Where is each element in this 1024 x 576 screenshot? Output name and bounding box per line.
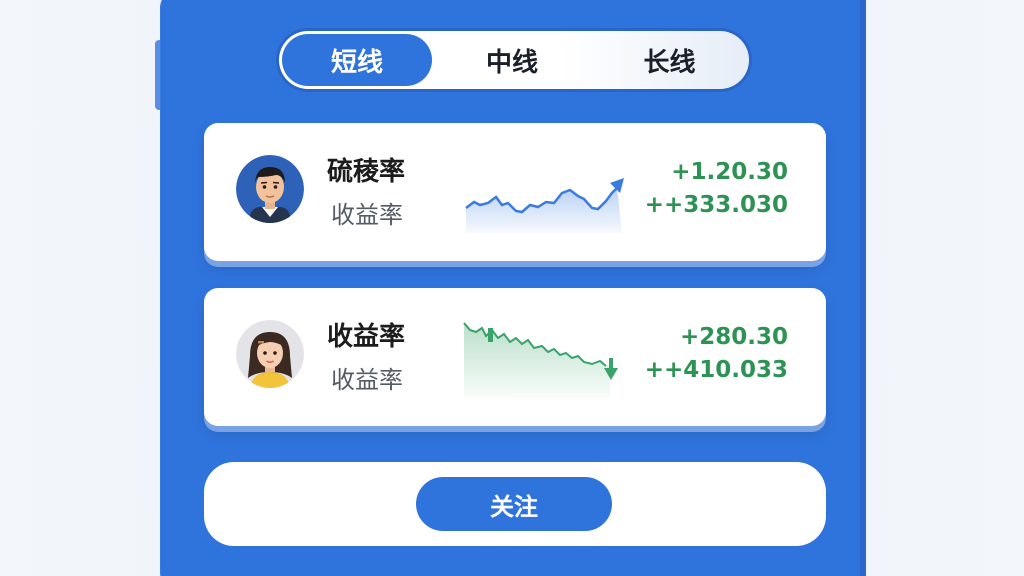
tab-long-term[interactable]: 长线 <box>592 34 747 86</box>
trader-name: 硫稜率 <box>327 157 406 187</box>
trader-card[interactable]: 收益率 收益率 +280.30 ++410.033 <box>204 288 826 426</box>
tab-short-term[interactable]: 短线 <box>282 34 432 86</box>
trader-value-secondary: ++410.033 <box>644 357 788 383</box>
trader-subtitle: 收益率 <box>331 201 403 229</box>
screen: 短线 中线 长线 硫稜率 收益率 +1.20.30 ++333.030 收益率 … <box>0 0 1024 576</box>
trader-value-secondary: ++333.030 <box>644 192 788 218</box>
trader-name: 收益率 <box>327 322 406 352</box>
follow-panel: 关注 <box>204 462 826 546</box>
trader-subtitle: 收益率 <box>331 366 403 394</box>
trader-value-primary: +1.20.30 <box>671 159 788 185</box>
period-tabs: 短线 中线 长线 <box>279 31 749 89</box>
female-avatar-icon <box>236 320 304 388</box>
tab-mid-term[interactable]: 中线 <box>432 34 592 86</box>
app-panel: 短线 中线 长线 硫稜率 收益率 +1.20.30 ++333.030 收益率 … <box>160 0 866 576</box>
panel-edge <box>860 0 866 576</box>
trader-value-primary: +280.30 <box>679 324 788 350</box>
male-avatar-icon <box>236 155 304 223</box>
follow-button[interactable]: 关注 <box>416 477 612 531</box>
trend-down-sparkline <box>463 322 618 398</box>
trend-up-sparkline <box>465 178 624 233</box>
trader-card[interactable]: 硫稜率 收益率 +1.20.30 ++333.030 <box>204 123 826 261</box>
